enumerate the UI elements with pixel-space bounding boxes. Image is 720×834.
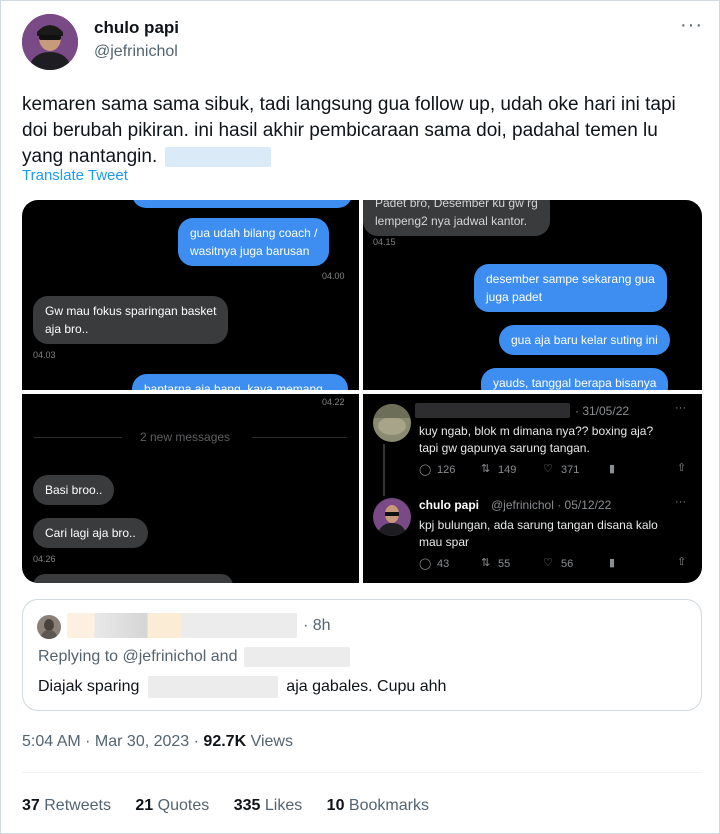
bookmarks-stat[interactable]: 10 Bookmarks (327, 797, 429, 814)
replying-handle[interactable]: @jefrinichol (123, 648, 207, 665)
new-messages-divider: 2 new messages (140, 430, 231, 444)
chat-timestamp: 04.22 (322, 397, 345, 407)
chat-bubble-out: gua udah bilang coach / wasitnya juga ba… (178, 218, 330, 266)
analytics-icon: ▮ (609, 463, 616, 475)
divider (22, 772, 702, 773)
reply-icon: ◯ (419, 558, 432, 570)
views-label: Views (250, 733, 293, 750)
like-count: 56 (561, 558, 574, 570)
quote-text: Diajak sparing aja gabales. Cupu ahh (38, 676, 446, 698)
replying-to: Replying to @jefrinichol and (38, 647, 350, 667)
reply-avatar (373, 404, 411, 442)
author-name[interactable]: chulo papi (94, 18, 179, 38)
reply-count: 43 (437, 558, 450, 570)
chat-bubble-out: yauds, tanggal berapa bisanya (481, 368, 669, 390)
redacted-handle (243, 647, 350, 667)
tweet-meta: 5:04 AM · Mar 30, 2023 · 92.7K Views (22, 733, 293, 751)
quotes-label: Quotes (157, 797, 210, 814)
share-icon: ⇧ (677, 462, 687, 474)
quote-time[interactable]: · 8h (303, 617, 331, 635)
reply-author-handle: @jefrinichol · 05/12/22 (491, 498, 612, 512)
chat-bubble-out: desember sampe sekarang gua juga padet (474, 264, 667, 312)
chat-bubble-in: Basi broo.. (33, 475, 115, 505)
chat-bubble-in: Cari lagi aja bro.. (33, 518, 148, 548)
retweet-icon: ⇅ (481, 557, 491, 569)
reply-icon: ◯ (419, 464, 432, 476)
quote-text-before: Diajak sparing (38, 678, 140, 696)
more-horizontal-icon: ··· (675, 496, 686, 508)
tweet-body: kemaren sama sama sibuk, tadi langsung g… (22, 94, 676, 167)
author-mini-avatar (373, 498, 411, 536)
quoted-tweet[interactable]: · 8h Replying to @jefrinichol and Diajak… (22, 599, 702, 711)
quotes-stat[interactable]: 21 Quotes (135, 797, 209, 814)
likes-label: Likes (264, 797, 303, 814)
divider-line (34, 437, 122, 438)
reply-count: 126 (437, 464, 456, 476)
retweet-icon: ⇅ (481, 463, 491, 475)
retweet-count: 149 (498, 464, 517, 476)
retweets-label: Retweets (44, 797, 111, 814)
media-grid[interactable]: gua udah bilang coach / wasitnya juga ba… (22, 200, 702, 583)
retweets-count: 37 (22, 797, 40, 814)
retweet-count: 55 (498, 558, 511, 570)
thread-line (383, 444, 385, 496)
views-count: 92.7K (203, 733, 247, 750)
reply-author-name: chulo papi (419, 498, 479, 512)
redacted-name (415, 403, 570, 418)
reply-date: · 31/05/22 (575, 404, 630, 418)
chat-timestamp: 04.26 (33, 554, 56, 564)
bookmarks-count: 10 (326, 797, 345, 814)
redacted-mention (147, 676, 278, 698)
chat-bubble-out: gua aja baru kelar suting ini (499, 325, 670, 355)
analytics-icon: ▮ (609, 557, 616, 569)
tweet-timestamp[interactable]: 5:04 AM · Mar 30, 2023 · (22, 733, 203, 750)
tweet-text: kemaren sama sama sibuk, tadi langsung g… (22, 92, 702, 170)
quotes-count: 21 (135, 797, 154, 814)
media-image-3[interactable]: 04.22 2 new messages Basi broo.. Cari la… (22, 394, 359, 583)
reply-text: kpj bulungan, ada sarung tangan disana k… (419, 518, 658, 549)
chat-bubble-out: bantarna aja bang, kaya memang (132, 374, 348, 390)
media-image-4[interactable]: · 31/05/22 ··· kuy ngab, blok m dimana n… (363, 394, 702, 583)
media-image-1[interactable]: gua udah bilang coach / wasitnya juga ba… (22, 200, 359, 390)
media-image-2[interactable]: Padet bro, Desember ku gw rg lempeng2 ny… (363, 200, 702, 390)
chat-bubble-in (33, 574, 233, 583)
share-icon: ⇧ (677, 556, 687, 568)
like-icon: ♡ (543, 463, 553, 475)
chat-timestamp: 04.00 (322, 271, 345, 281)
author-avatar[interactable] (22, 14, 78, 70)
more-horizontal-icon[interactable]: ··· (680, 14, 703, 37)
like-icon: ♡ (543, 557, 553, 569)
redacted-quote-author (67, 613, 297, 638)
chat-timestamp: 04.03 (33, 350, 56, 360)
quote-text-after: aja gabales. Cupu ahh (286, 678, 447, 696)
like-count: 371 (561, 464, 580, 476)
chat-bubble-in: Gw mau fokus sparingan basket aja bro.. (33, 296, 229, 344)
chat-bubble-in: Padet bro, Desember ku gw rg lempeng2 ny… (363, 200, 550, 236)
engagement-stats: 37 Retweets 21 Quotes 335 Likes 10 Bookm… (22, 797, 449, 815)
more-horizontal-icon: ··· (675, 402, 686, 414)
redacted-mention (164, 146, 271, 167)
replying-and: and (210, 648, 238, 666)
reply-text: kuy ngab, blok m dimana nya?? boxing aja… (419, 424, 654, 455)
replying-prefix: Replying to (38, 648, 119, 666)
likes-stat[interactable]: 335 Likes (234, 797, 303, 814)
retweets-stat[interactable]: 37 Retweets (22, 797, 111, 814)
quote-avatar[interactable] (37, 615, 61, 639)
author-handle[interactable]: @jefrinichol (94, 43, 178, 61)
likes-count: 335 (233, 797, 261, 814)
chat-bubble-out (132, 200, 352, 208)
chat-timestamp: 04.15 (373, 237, 396, 247)
bookmarks-label: Bookmarks (348, 797, 429, 814)
divider-line (252, 437, 347, 438)
translate-tweet-link[interactable]: Translate Tweet (22, 167, 128, 184)
